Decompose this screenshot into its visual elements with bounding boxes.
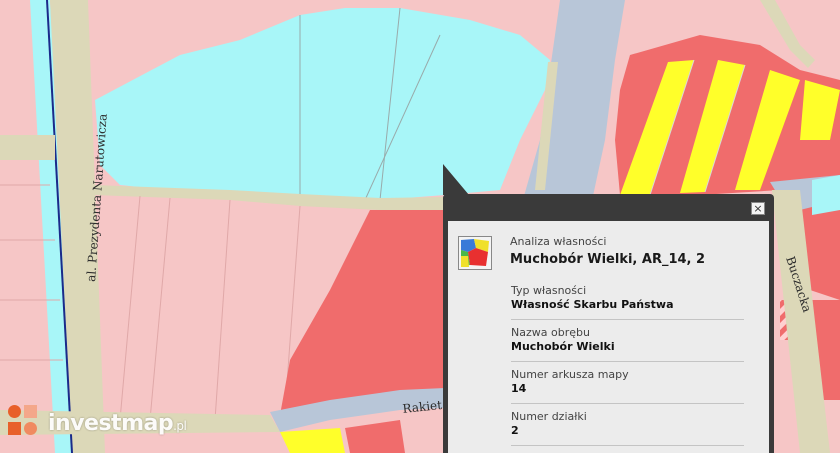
investmap-logo-icon — [8, 405, 42, 441]
attribute-map-sheet-number: Numer arkusza mapy 14 — [511, 362, 744, 404]
investmap-wordmark: investmap.pl — [48, 410, 187, 436]
popup-header: Analiza własności Muchobór Wielki, AR_14… — [458, 235, 744, 270]
close-button[interactable]: × — [751, 202, 765, 215]
attribute-label: Numer arkusza mapy — [511, 368, 629, 381]
attribute-value: 2 — [511, 424, 519, 437]
attribute-precinct-name: Nazwa obrębu Muchobór Wielki — [511, 320, 744, 362]
attribute-value: Muchobór Wielki — [511, 340, 615, 353]
ownership-analysis-icon — [458, 236, 492, 270]
attribute-value: Własność Skarbu Państwa — [511, 298, 674, 311]
parcel-cyan-right[interactable] — [812, 175, 840, 215]
road-spur — [0, 135, 55, 160]
attribute-parcel-number: Numer działki 2 — [511, 404, 744, 446]
info-popup: × Analiza własności Muchobór Wielki, AR_… — [443, 194, 774, 453]
attribute-list: Typ własności Własność Skarbu Państwa Na… — [511, 278, 744, 446]
investmap-watermark: investmap.pl — [8, 405, 187, 441]
attribute-label: Numer działki — [511, 410, 587, 423]
popup-pointer — [443, 164, 469, 195]
attribute-label: Nazwa obrębu — [511, 326, 590, 339]
parcel-title: Muchobór Wielki, AR_14, 2 — [510, 252, 706, 267]
parcel-yellow-bottom[interactable] — [280, 428, 345, 453]
attribute-value: 14 — [511, 382, 527, 395]
popup-content: Analiza własności Muchobór Wielki, AR_14… — [448, 221, 769, 453]
popup-header-text: Analiza własności Muchobór Wielki, AR_14… — [510, 235, 705, 267]
attribute-label: Typ własności — [511, 284, 587, 297]
attribute-ownership-type: Typ własności Własność Skarbu Państwa — [511, 278, 744, 320]
layer-name: Analiza własności — [510, 235, 607, 248]
investmap-tld: .pl — [173, 418, 187, 433]
investmap-name: investmap — [48, 410, 174, 436]
